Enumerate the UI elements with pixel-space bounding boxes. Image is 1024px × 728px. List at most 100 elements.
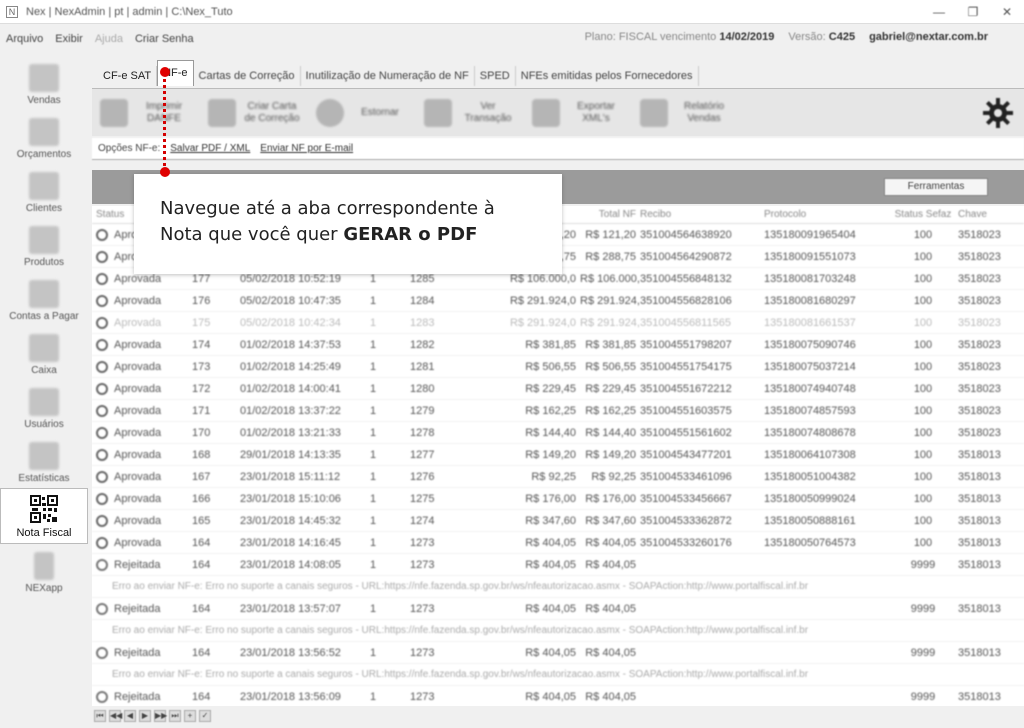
table-row[interactable]: Aprovada 164 23/01/2018 14:16:45 1 1273 R$ 40… [92, 532, 1024, 554]
table-cell-total: R$ 404,05 [525, 646, 576, 659]
table-cell-total2: R$ 291.924,0 [580, 316, 640, 329]
toolbar: Imprimir DANFE Criar Carta de Correção E… [92, 88, 1024, 136]
menu-exibir[interactable]: Exibir [55, 33, 83, 45]
add-button[interactable]: + [184, 710, 196, 722]
next-page-button[interactable]: ▶ [139, 710, 151, 722]
email-nf-link[interactable]: Enviar NF por E-mail [260, 143, 353, 154]
table-row[interactable]: Aprovada 167 23/01/2018 15:11:12 1 1276 R$ 92… [92, 466, 1024, 488]
reverse-button[interactable]: Estornar [316, 98, 410, 127]
close-icon[interactable]: ✕ [990, 0, 1024, 24]
gear-icon[interactable] [982, 97, 1014, 129]
table-row[interactable]: Aprovada 173 01/02/2018 14:25:49 1 1281 R$ 50… [92, 356, 1024, 378]
menu-arquivo[interactable]: Arquivo [6, 33, 43, 45]
table-row[interactable]: Rejeitada 164 23/01/2018 14:08:05 1 1273 R$ 4… [92, 554, 1024, 576]
column-header[interactable]: Recibo [640, 209, 764, 220]
tab-sped[interactable]: SPED [475, 66, 516, 86]
sidebar-item-contas-a-pagar[interactable]: Contas a Pagar [0, 272, 88, 326]
first-page-button[interactable]: ⏮ [94, 710, 106, 722]
table-cell-prot: 135180064107308 [764, 448, 856, 461]
table-row[interactable]: Aprovada 176 05/02/2018 10:47:35 1 1284 R$ 29… [92, 290, 1024, 312]
sidebar-item-clientes[interactable]: Clientes [0, 164, 88, 218]
version-info: Versão: C425 [788, 31, 856, 43]
table-cell-date: 23/01/2018 13:56:52 [240, 646, 341, 659]
save-pdf-xml-link[interactable]: Salvar PDF / XML [170, 143, 250, 154]
print-danfe-button[interactable]: Imprimir DANFE [100, 98, 194, 127]
sales-report-button[interactable]: Relatório Vendas [640, 98, 734, 127]
status-text: Aprovada [114, 426, 162, 439]
error-message-row[interactable]: Erro ao enviar NF-e: Erro no suporte a c… [92, 576, 1024, 598]
minimize-icon[interactable]: — [922, 0, 956, 24]
error-message-row[interactable]: Erro ao enviar NF-e: Erro no suporte a c… [92, 664, 1024, 686]
tab-cartas-correcao[interactable]: Cartas de Correção [194, 66, 301, 86]
correction-letter-button[interactable]: Criar Carta de Correção [208, 98, 302, 127]
report-icon [640, 98, 668, 127]
last-page-button[interactable]: ⏭ [169, 710, 181, 722]
sidebar-item-caixa[interactable]: Caixa [0, 326, 88, 380]
user-email[interactable]: gabriel@nextar.com.br [869, 31, 988, 43]
prev-page-fast-button[interactable]: ◀◀ [109, 710, 122, 722]
tab-nfes-fornecedores[interactable]: NFEs emitidas pelos Fornecedores [516, 66, 699, 86]
prev-page-button[interactable]: ◀ [124, 710, 136, 722]
next-page-fast-button[interactable]: ▶▶ [154, 710, 167, 722]
sidebar-item-vendas[interactable]: Vendas [0, 56, 88, 110]
status-text: Aprovada [114, 316, 162, 329]
table-row[interactable]: Aprovada 168 29/01/2018 14:13:35 1 1277 R$ 14… [92, 444, 1024, 466]
error-message-row[interactable]: Erro ao enviar NF-e: Erro no suporte a c… [92, 620, 1024, 642]
table-cell-n: 174 [192, 338, 211, 351]
sidebar-item-produtos[interactable]: Produtos [0, 218, 88, 272]
tab-cfe-sat[interactable]: CF-e SAT [98, 66, 158, 86]
rejected-icon [96, 602, 108, 615]
status-text: Aprovada [114, 360, 162, 373]
table-cell-num: 1273 [410, 536, 435, 549]
table-cell-sefaz: 100 [913, 272, 933, 285]
table-cell-date: 29/01/2018 14:13:35 [240, 448, 341, 461]
table-cell-date: 23/01/2018 14:08:05 [240, 558, 341, 571]
export-xml-button[interactable]: Exportar XML's [532, 98, 626, 127]
column-header[interactable]: Status Sefaz [888, 209, 958, 220]
sidebar-item-nexapp[interactable]: NEXapp [0, 544, 88, 598]
tools-button[interactable]: Ferramentas [884, 178, 988, 196]
table-row[interactable]: Aprovada 166 23/01/2018 15:10:06 1 1275 R$ 17… [92, 488, 1024, 510]
approved-check-icon [96, 470, 108, 483]
column-header[interactable]: Chave [958, 209, 1018, 220]
sidebar-item-estatisticas[interactable]: Estatísticas [0, 434, 88, 488]
maximize-icon[interactable]: ❐ [956, 0, 990, 24]
phone-icon [34, 552, 54, 580]
sidebar-item-usuarios[interactable]: Usuários [0, 380, 88, 434]
table-cell-prot: 135180074808678 [764, 426, 856, 439]
cart-icon [29, 64, 59, 92]
table-cell-n: 171 [192, 404, 211, 417]
menu-criar-senha[interactable]: Criar Senha [135, 33, 194, 45]
sidebar-item-nota-fiscal[interactable]: Nota Fiscal [0, 488, 88, 544]
rejected-icon [96, 690, 108, 703]
confirm-button[interactable]: ✓ [199, 710, 211, 722]
column-header[interactable]: Total NF [580, 209, 640, 220]
table-cell-date: 01/02/2018 13:37:22 [240, 404, 341, 417]
table-row[interactable]: Aprovada 170 01/02/2018 13:21:33 1 1278 R$ 14… [92, 422, 1024, 444]
table-cell-sefaz: 9999 [910, 602, 936, 615]
table-cell-n: 164 [192, 646, 211, 659]
table-row[interactable]: Rejeitada 164 23/01/2018 13:57:07 1 1273 R$ 4… [92, 598, 1024, 620]
table-row[interactable]: Aprovada 165 23/01/2018 14:45:32 1 1274 R$ 34… [92, 510, 1024, 532]
table-row[interactable]: Rejeitada 164 23/01/2018 13:56:52 1 1273 R$ 4… [92, 642, 1024, 664]
column-header[interactable]: Protocolo [764, 209, 888, 220]
table-cell-date: 23/01/2018 13:56:09 [240, 690, 341, 703]
error-text: Erro ao enviar NF-e: Erro no suporte a c… [112, 581, 809, 592]
status-text: Aprovada [114, 536, 162, 549]
approved-check-icon [96, 250, 108, 263]
view-transaction-button[interactable]: Ver Transação [424, 98, 518, 127]
table-cell-total: R$ 404,05 [525, 536, 576, 549]
table-row[interactable]: Aprovada 172 01/02/2018 14:00:41 1 1280 R$ 22… [92, 378, 1024, 400]
table-cell-sefaz: 100 [913, 382, 933, 395]
bills-icon [29, 280, 59, 308]
table-row[interactable]: Aprovada 174 01/02/2018 14:37:53 1 1282 R$ 38… [92, 334, 1024, 356]
table-row[interactable]: Rejeitada 164 23/01/2018 13:56:09 1 1273 R$ 4… [92, 686, 1024, 706]
table-row[interactable]: Aprovada 171 01/02/2018 13:37:22 1 1279 R$ 16… [92, 400, 1024, 422]
table-row[interactable]: Aprovada 175 05/02/2018 10:42:34 1 1283 R$ 29… [92, 312, 1024, 334]
table-cell-num: 1273 [410, 602, 435, 615]
table-cell-num: 1278 [410, 426, 435, 439]
menu-ajuda[interactable]: Ajuda [95, 33, 123, 45]
table-cell-prot: 135180050764573 [764, 536, 856, 549]
tab-inutilizacao[interactable]: Inutilização de Numeração de NF [301, 66, 475, 86]
sidebar-item-orcamentos[interactable]: Orçamentos [0, 110, 88, 164]
